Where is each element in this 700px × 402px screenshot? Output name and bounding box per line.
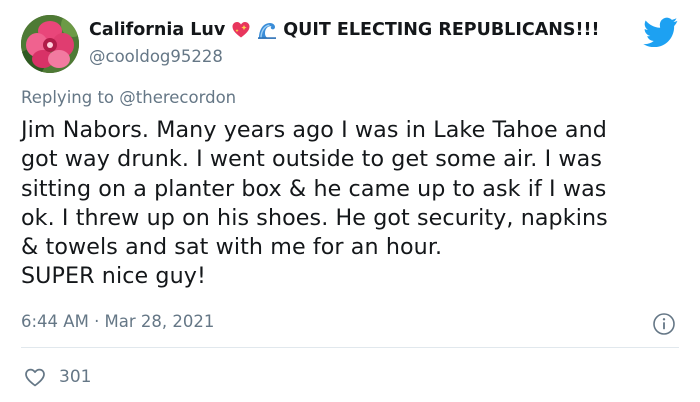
author-name-row[interactable]: California Luv QUIT ELECTING REPUBLICANS… xyxy=(89,20,599,40)
replying-to-line: Replying to @therecordon xyxy=(21,88,236,107)
info-icon[interactable] xyxy=(652,312,676,336)
tweet-text-line: SUPER nice guy! xyxy=(21,263,206,290)
tweet-text-line: & towels and sat with me for an hour. xyxy=(21,234,443,261)
avatar[interactable] xyxy=(21,15,79,73)
tweet-text-line: sitting on a planter box & he came up to… xyxy=(21,175,607,202)
like-count: 301 xyxy=(59,367,92,387)
flower-avatar-image xyxy=(21,15,79,73)
tweet-text-line: got way drunk. I went outside to get som… xyxy=(21,146,602,173)
display-name[interactable]: California Luv xyxy=(89,20,225,40)
tweet-text-line: Jim Nabors. Many years ago I was in Lake… xyxy=(21,117,607,143)
water-wave-emoji-icon xyxy=(257,20,277,40)
heart-outline-icon xyxy=(25,368,45,387)
tweet-text: Jim Nabors. Many years ago I was in Lake… xyxy=(21,116,686,292)
twitter-bird-icon[interactable] xyxy=(643,17,678,48)
replying-prefix: Replying to xyxy=(21,88,115,107)
tweet-text-line: ok. I threw up on his shoes. He got secu… xyxy=(21,204,608,231)
divider xyxy=(21,347,679,348)
sparkling-heart-emoji-icon xyxy=(231,20,251,40)
like-button[interactable]: 301 xyxy=(23,365,91,389)
display-name-suffix: QUIT ELECTING REPUBLICANS!!! xyxy=(283,20,600,40)
replying-to-mention[interactable]: @therecordon xyxy=(119,88,236,107)
author-handle[interactable]: @cooldog95228 xyxy=(89,47,223,66)
tweet-timestamp[interactable]: 6:44 AM · Mar 28, 2021 xyxy=(21,312,214,331)
